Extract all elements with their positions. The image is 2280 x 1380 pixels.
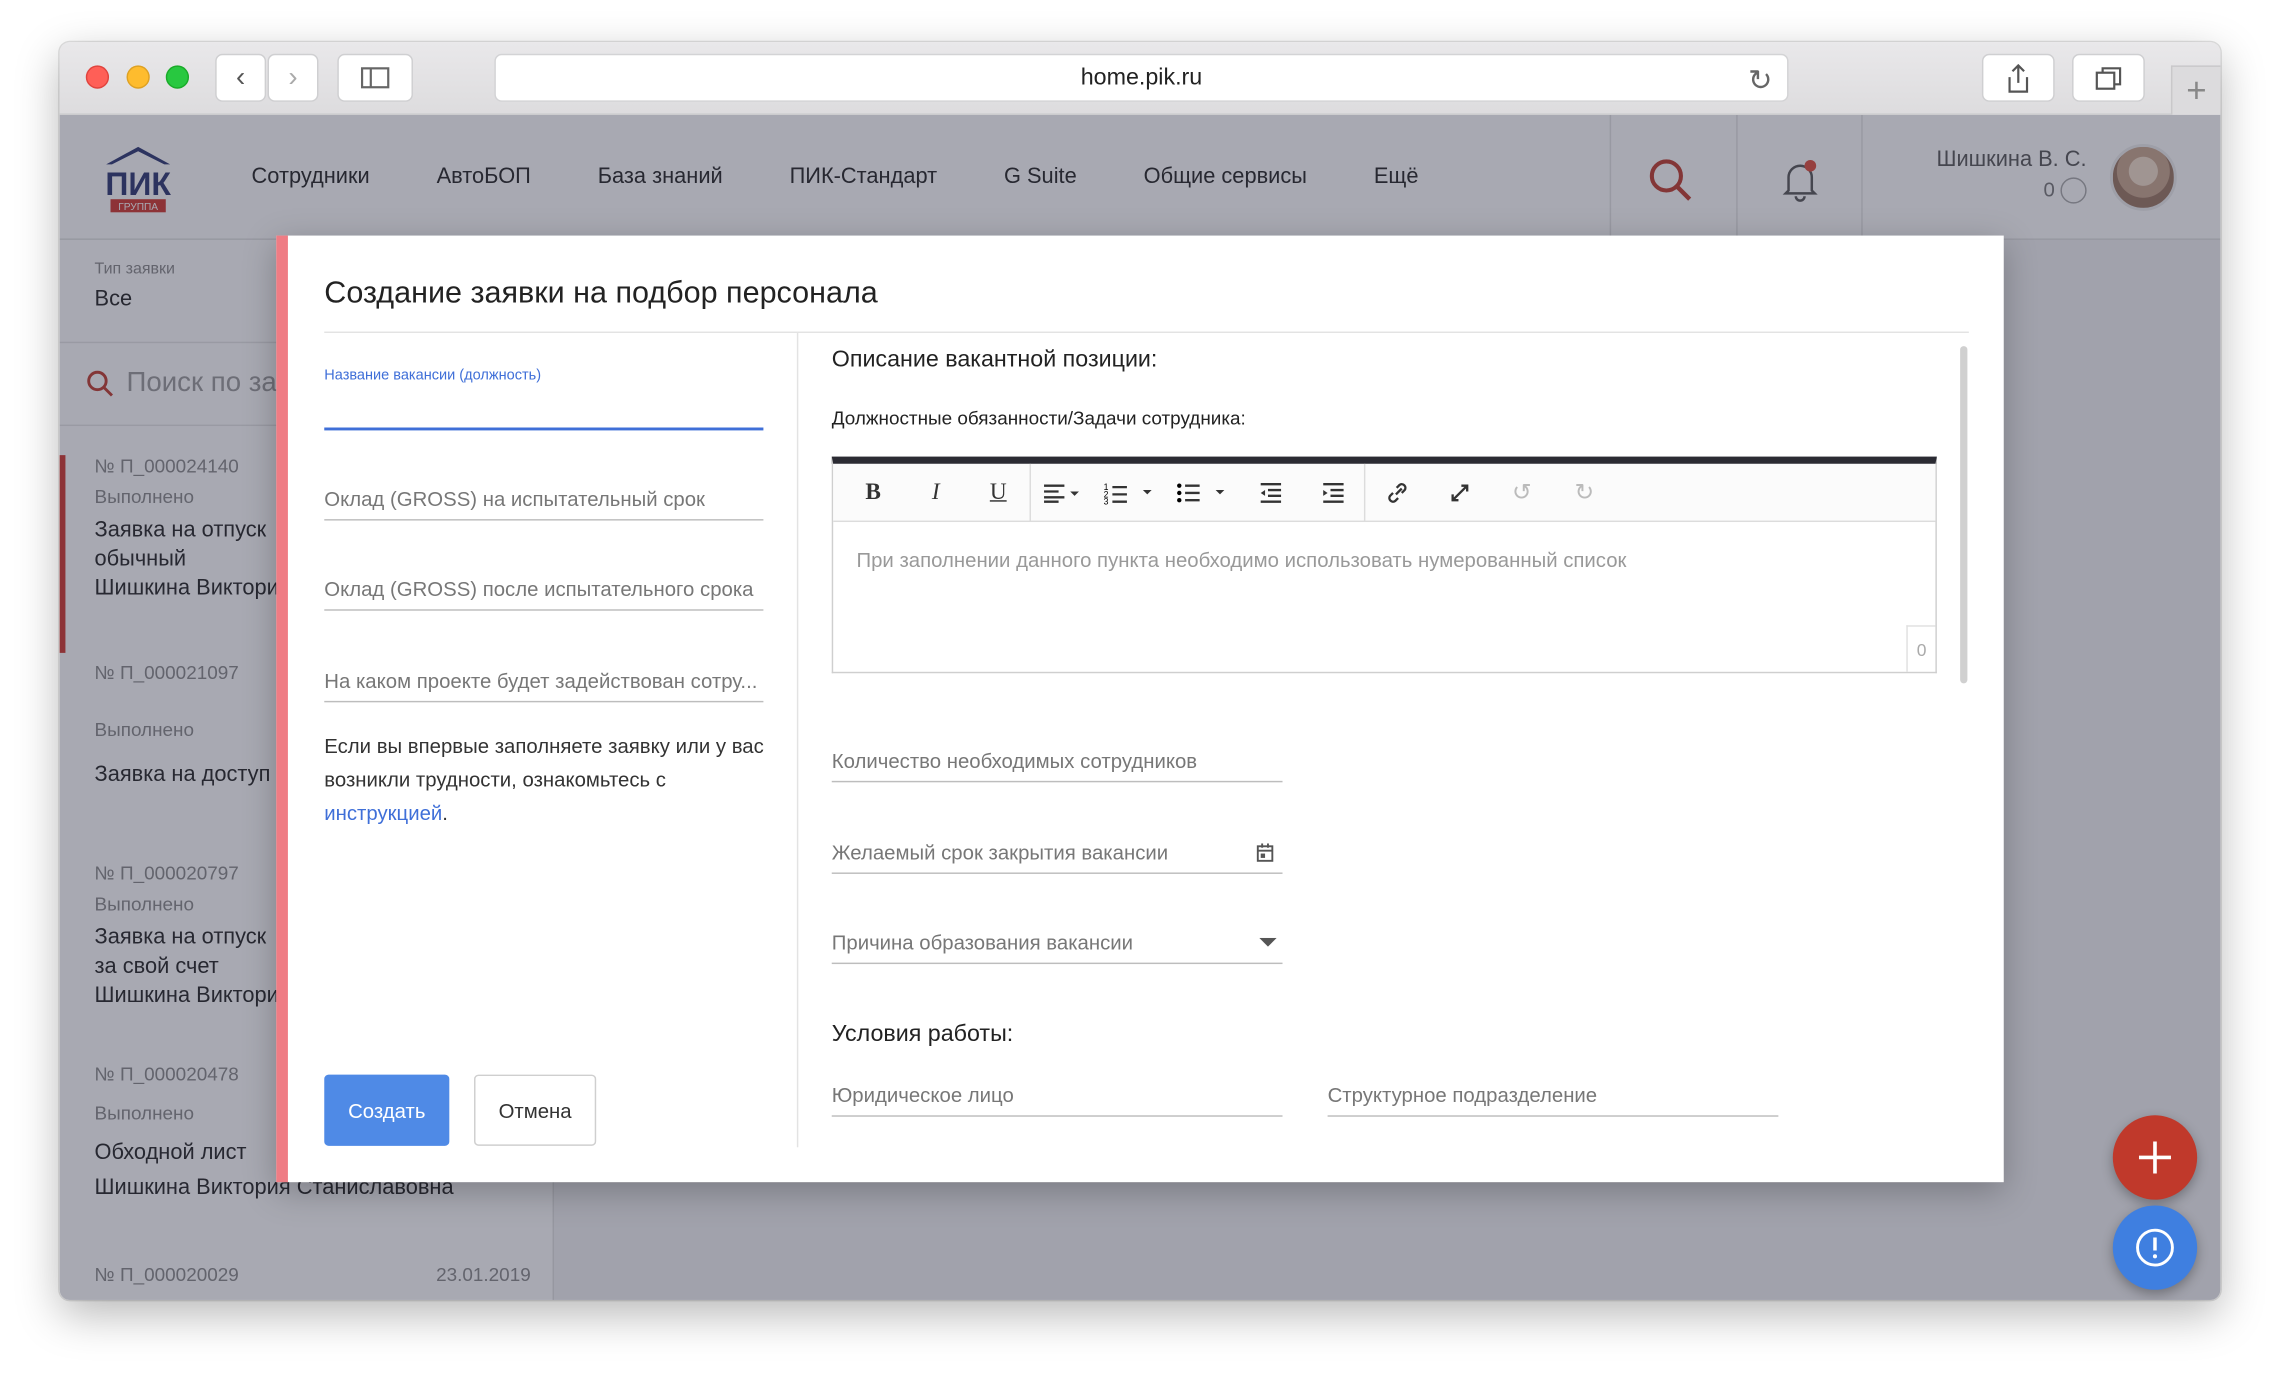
instruction-link[interactable]: инструкцией — [324, 801, 442, 824]
link-icon[interactable] — [1365, 463, 1428, 521]
maximize-window-icon[interactable] — [165, 65, 190, 89]
share-icon — [2008, 63, 2029, 92]
align-icon[interactable] — [1031, 463, 1094, 521]
chevron-right-icon: › — [288, 62, 298, 94]
project-input[interactable]: На каком проекте будет задействован сотр… — [324, 669, 764, 703]
screenshot-stage: ‹ › home.pik.ru ↻ + ПИК ГРУППА Сотрудник… — [0, 0, 2280, 1380]
feedback-button[interactable] — [2112, 1205, 2198, 1290]
reason-label: Причина образования вакансии — [831, 930, 1134, 954]
deadline-date-input[interactable]: Желаемый срок закрытия вакансии — [831, 840, 1283, 874]
sidebar-icon — [360, 67, 390, 89]
vacancy-title-input[interactable] — [324, 393, 764, 431]
fullscreen-icon[interactable] — [1428, 463, 1491, 521]
align-glyph — [1043, 483, 1079, 503]
legal-entity-input[interactable]: Юридическое лицо — [831, 1083, 1283, 1117]
modal-title: Создание заявки на подбор персонала — [324, 276, 878, 310]
alert-circle-icon — [2136, 1228, 2174, 1267]
reload-icon[interactable]: ↻ — [1748, 63, 1772, 99]
link-glyph — [1387, 482, 1406, 503]
editor-toolbar: B I U 123 ↺ ↻ — [833, 463, 1936, 523]
column-divider — [796, 332, 799, 1148]
browser-window: ‹ › home.pik.ru ↻ + ПИК ГРУППА Сотрудник… — [59, 42, 2221, 1300]
plus-icon — [2138, 1141, 2171, 1174]
close-window-icon[interactable] — [85, 65, 110, 89]
create-button[interactable]: Создать — [324, 1074, 450, 1146]
underline-icon[interactable]: U — [967, 463, 1030, 521]
share-button[interactable] — [1981, 53, 2055, 102]
calendar-icon[interactable] — [1256, 843, 1274, 862]
url-text: home.pik.ru — [1080, 64, 1203, 90]
description-heading: Описание вакантной позиции: — [831, 347, 1158, 373]
conditions-heading: Условия работы: — [831, 1022, 1014, 1047]
italic-icon[interactable]: I — [904, 463, 967, 521]
deadline-label: Желаемый срок закрытия вакансии — [831, 840, 1169, 864]
minimize-window-icon[interactable] — [126, 65, 150, 89]
modal-scrollbar[interactable] — [1960, 346, 1968, 684]
svg-text:3: 3 — [1104, 496, 1109, 504]
help-text-body: Если вы впервые заполняете заявку или у … — [324, 734, 764, 792]
bold-icon[interactable]: B — [842, 463, 905, 521]
ordered-list-icon[interactable]: 123 — [1093, 463, 1166, 521]
new-tab-button[interactable]: + — [2170, 65, 2221, 115]
plus-icon: + — [2186, 70, 2207, 110]
help-text-end: . — [442, 801, 448, 825]
indent-glyph — [1322, 482, 1343, 503]
bullet-list-glyph — [1177, 482, 1225, 502]
department-input[interactable]: Структурное подразделение — [1327, 1083, 1779, 1117]
chevron-left-icon: ‹ — [236, 62, 246, 94]
outdent-glyph — [1259, 482, 1281, 503]
create-request-modal: Создание заявки на подбор персонала Назв… — [276, 235, 2004, 1183]
salary-after-probation-input[interactable]: Оклад (GROSS) после испытательного срока — [324, 577, 764, 611]
title-divider — [324, 331, 1969, 333]
sidebar-toggle-button[interactable] — [337, 53, 413, 102]
vacancy-reason-select[interactable]: Причина образования вакансии — [831, 930, 1283, 965]
browser-toolbar: ‹ › home.pik.ru ↻ + — [59, 42, 2221, 115]
cancel-button[interactable]: Отмена — [474, 1074, 597, 1146]
redo-icon[interactable]: ↻ — [1553, 463, 1616, 521]
tabs-icon — [2095, 66, 2122, 90]
forward-button[interactable]: › — [267, 53, 319, 102]
undo-icon[interactable]: ↺ — [1490, 463, 1553, 521]
indent-icon[interactable] — [1301, 463, 1364, 521]
vacancy-field-label: Название вакансии (должность) — [324, 367, 542, 384]
duties-label: Должностные обязанности/Задачи сотрудник… — [831, 407, 1246, 429]
employee-count-input[interactable]: Количество необходимых сотрудников — [831, 749, 1283, 783]
editor-placeholder: При заполнении данного пункта необходимо… — [856, 548, 1627, 572]
add-request-button[interactable] — [2112, 1115, 2198, 1200]
editor-char-counter: 0 — [1906, 625, 1936, 672]
chevron-down-icon — [1259, 937, 1277, 947]
address-bar[interactable]: home.pik.ru ↻ — [494, 53, 1789, 102]
salary-probation-input[interactable]: Оклад (GROSS) на испытательный срок — [324, 487, 764, 521]
help-text: Если вы впервые заполняете заявку или у … — [324, 730, 775, 830]
ordered-list-glyph: 123 — [1104, 481, 1152, 504]
duties-rich-editor[interactable]: B I U 123 ↺ ↻ При заполнении данного пун… — [831, 456, 1937, 674]
back-button[interactable]: ‹ — [215, 53, 267, 102]
fullscreen-glyph — [1450, 483, 1468, 501]
bullet-list-icon[interactable] — [1166, 463, 1239, 521]
tabs-overview-button[interactable] — [2072, 53, 2145, 102]
outdent-icon[interactable] — [1239, 463, 1302, 521]
